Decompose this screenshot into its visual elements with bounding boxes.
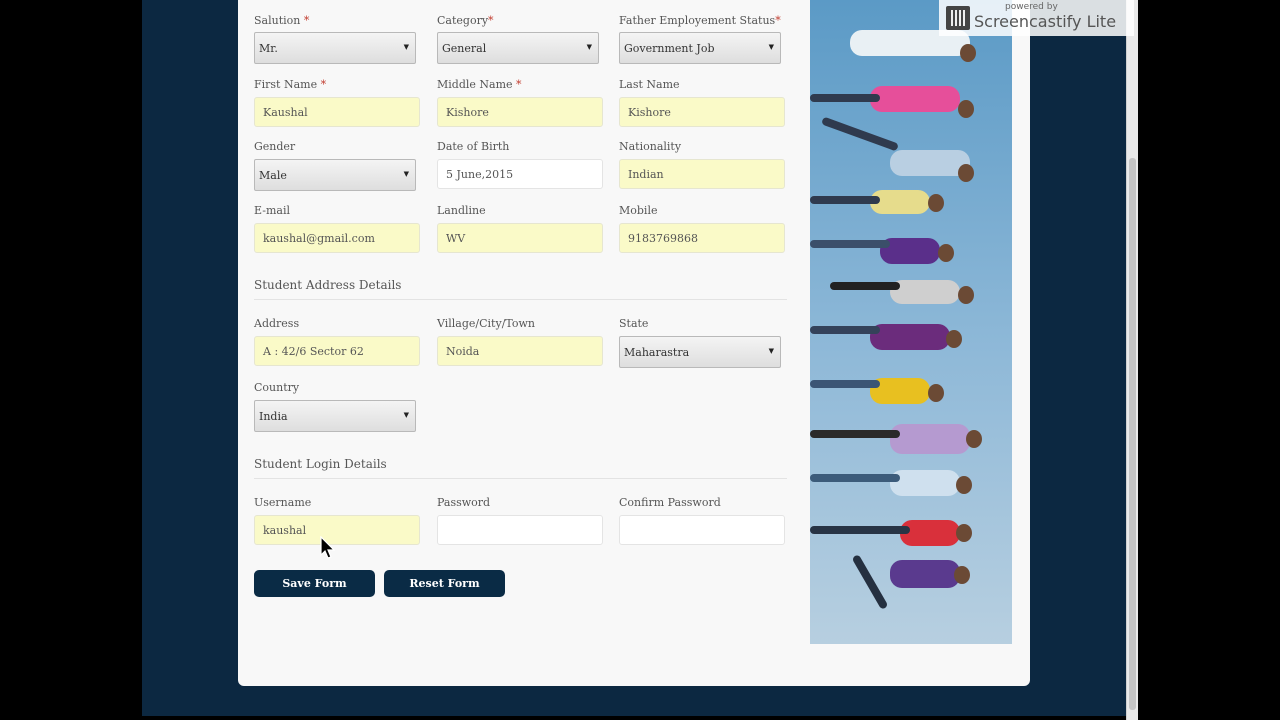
- middle-name-input[interactable]: Kishore: [437, 97, 603, 127]
- last-name-input[interactable]: Kishore: [619, 97, 785, 127]
- username-label: Username: [254, 496, 312, 509]
- landline-label: Landline: [437, 204, 486, 217]
- state-select[interactable]: Maharastra ▼: [619, 336, 781, 368]
- select-arrow-icon: ▼: [768, 347, 774, 355]
- village-input[interactable]: Noida: [437, 336, 603, 366]
- category-select[interactable]: General ▼: [437, 32, 599, 64]
- village-label: Village/City/Town: [437, 317, 536, 330]
- nationality-input[interactable]: Indian: [619, 159, 785, 189]
- country-label: Country: [254, 381, 300, 394]
- address-label: Address: [254, 317, 300, 330]
- select-arrow-icon: ▼: [403, 170, 409, 178]
- landline-input[interactable]: WV: [437, 223, 603, 253]
- select-arrow-icon: ▼: [586, 43, 592, 51]
- password-input[interactable]: [437, 515, 603, 545]
- gender-label: Gender: [254, 140, 296, 153]
- dob-input[interactable]: 5 June,2015: [437, 159, 603, 189]
- select-arrow-icon: ▼: [768, 43, 774, 51]
- father-status-select[interactable]: Government Job ▼: [619, 32, 781, 64]
- watermark-powered-by: powered by: [1005, 2, 1058, 12]
- gender-select[interactable]: Male ▼: [254, 159, 416, 191]
- scrollbar-thumb[interactable]: [1129, 158, 1136, 710]
- email-input[interactable]: kaushal@gmail.com: [254, 223, 420, 253]
- section-divider: [254, 478, 787, 479]
- address-section-heading: Student Address Details: [254, 278, 402, 292]
- email-label: E-mail: [254, 204, 290, 217]
- address-input[interactable]: A : 42/6 Sector 62: [254, 336, 420, 366]
- vertical-scrollbar[interactable]: [1126, 0, 1138, 720]
- first-name-label: First Name *: [254, 78, 327, 91]
- select-arrow-icon: ▼: [403, 43, 409, 51]
- dob-label: Date of Birth: [437, 140, 510, 153]
- save-form-button[interactable]: Save Form: [254, 570, 375, 597]
- confirm-password-label: Confirm Password: [619, 496, 721, 509]
- state-label: State: [619, 317, 649, 330]
- confirm-password-input[interactable]: [619, 515, 785, 545]
- password-label: Password: [437, 496, 491, 509]
- middle-name-label: Middle Name *: [437, 78, 522, 91]
- last-name-label: Last Name: [619, 78, 680, 91]
- students-photo: [810, 0, 1012, 644]
- mobile-label: Mobile: [619, 204, 658, 217]
- country-select[interactable]: India ▼: [254, 400, 416, 432]
- nationality-label: Nationality: [619, 140, 682, 153]
- salutation-select[interactable]: Mr. ▼: [254, 32, 416, 64]
- salutation-label: Salution *: [254, 14, 310, 27]
- film-strip-icon: [946, 6, 970, 30]
- select-arrow-icon: ▼: [403, 411, 409, 419]
- reset-form-button[interactable]: Reset Form: [384, 570, 505, 597]
- father-status-label: Father Employement Status*: [619, 14, 781, 27]
- username-input[interactable]: kaushal: [254, 515, 420, 545]
- mouse-cursor-icon: [320, 536, 336, 559]
- category-label: Category*: [437, 14, 494, 27]
- section-divider: [254, 299, 787, 300]
- login-section-heading: Student Login Details: [254, 457, 387, 471]
- mobile-input[interactable]: 9183769868: [619, 223, 785, 253]
- first-name-input[interactable]: Kaushal: [254, 97, 420, 127]
- watermark-brand: Screencastify Lite: [974, 12, 1117, 31]
